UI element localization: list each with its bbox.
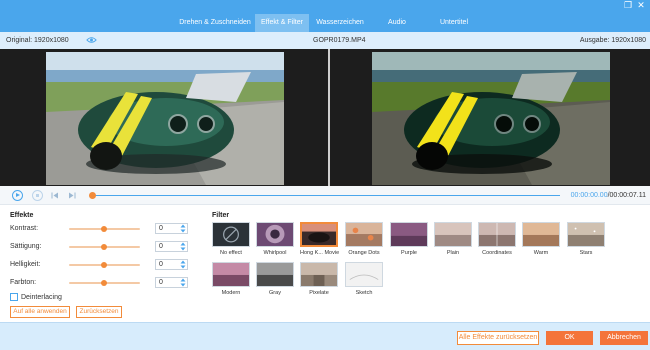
filter-label: Coordinates xyxy=(482,250,512,256)
filter-thumbnail xyxy=(212,222,250,247)
filter-thumbnail xyxy=(256,262,294,287)
tab-effect-filter[interactable]: Effekt & Filter xyxy=(255,14,309,32)
hue-label: Farbton: xyxy=(10,279,37,286)
filter-modern[interactable]: Modern xyxy=(212,262,250,296)
deinterlacing-checkbox[interactable] xyxy=(10,293,18,301)
filter-thumbnail xyxy=(256,222,294,247)
filter-thumbnail xyxy=(212,262,250,287)
play-button[interactable] xyxy=(12,190,23,201)
output-preview xyxy=(372,52,610,185)
filter-purple[interactable]: Purple xyxy=(390,222,428,256)
info-row: Original: 1920x1080 GOPR0179.MP4 Ausgabe… xyxy=(0,32,650,49)
stop-button[interactable] xyxy=(32,190,43,201)
filter-label: Stars xyxy=(579,250,593,256)
filter-coordinates[interactable]: Coordinates xyxy=(478,222,516,256)
tab-rotate-crop[interactable]: Drehen & Zuschneiden xyxy=(175,14,255,32)
ok-button[interactable]: OK xyxy=(546,331,593,345)
brightness-slider-handle[interactable] xyxy=(101,262,107,268)
filter-label: Pixelate xyxy=(309,290,329,296)
cancel-button[interactable]: Abbrechen xyxy=(600,331,648,345)
previous-frame-icon[interactable] xyxy=(51,192,59,199)
reset-button[interactable]: Zurücksetzen xyxy=(76,306,122,318)
window-controls: ❐ ✕ xyxy=(623,1,646,10)
output-resolution: Ausgabe: 1920x1080 xyxy=(579,37,646,44)
contrast-stepper[interactable]: 0 xyxy=(155,223,188,234)
stepper-arrows-icon[interactable] xyxy=(180,224,186,233)
saturation-stepper[interactable]: 0 xyxy=(155,241,188,252)
brightness-stepper[interactable]: 0 xyxy=(155,259,188,270)
filter-label: Plain xyxy=(446,250,460,256)
saturation-slider-handle[interactable] xyxy=(101,244,107,250)
hue-slider-handle[interactable] xyxy=(101,280,107,286)
current-time: 00:00:00.00 xyxy=(570,192,608,199)
filter-thumbnail xyxy=(300,222,338,247)
filter-no-effect[interactable]: No effect xyxy=(212,222,250,256)
next-frame-icon[interactable] xyxy=(68,192,76,199)
filter-label: Gray xyxy=(269,290,281,296)
car-image-filtered xyxy=(372,52,610,185)
close-icon[interactable]: ✕ xyxy=(636,1,646,10)
preview-area xyxy=(0,49,650,186)
contrast-label: Kontrast: xyxy=(10,225,39,232)
filter-label: Warm xyxy=(533,250,549,256)
filter-pixelate[interactable]: Pixelate xyxy=(300,262,338,296)
tab-subtitles[interactable]: Untertitel xyxy=(423,14,485,32)
filter-orange-dots[interactable]: Orange Dots xyxy=(345,222,383,256)
stepper-arrows-icon[interactable] xyxy=(180,242,186,251)
brightness-label: Helligkeit: xyxy=(10,261,41,268)
timeline-handle[interactable] xyxy=(89,192,96,199)
filter-gray[interactable]: Gray xyxy=(256,262,294,296)
filter-hong-kong-movie[interactable]: Hong K... Movie xyxy=(300,222,340,256)
filter-label: Modern xyxy=(221,290,241,296)
contrast-slider-handle[interactable] xyxy=(101,226,107,232)
original-resolution: Original: 1920x1080 xyxy=(6,37,69,44)
apply-to-all-button[interactable]: Auf alle anwenden xyxy=(10,306,70,318)
saturation-label: Sättigung: xyxy=(10,243,42,250)
tab-audio[interactable]: Audio xyxy=(371,14,423,32)
stepper-arrows-icon[interactable] xyxy=(180,260,186,269)
hue-stepper[interactable]: 0 xyxy=(155,277,188,288)
car-image-original xyxy=(46,52,284,185)
filter-thumbnail xyxy=(345,222,383,247)
total-time: /00:00:07.11 xyxy=(607,192,646,199)
playback-bar: 00:00:00.00/00:00:07.11 xyxy=(0,186,650,205)
filter-thumbnail xyxy=(300,262,338,287)
filter-thumbnail xyxy=(478,222,516,247)
filter-thumbnail xyxy=(434,222,472,247)
filter-thumbnail xyxy=(522,222,560,247)
preview-divider xyxy=(328,49,330,186)
filter-label: No effect xyxy=(220,250,242,256)
filter-label: Orange Dots xyxy=(348,250,380,256)
filter-sketch[interactable]: Sketch xyxy=(345,262,383,296)
filter-whirlpool[interactable]: Whirlpool xyxy=(256,222,294,256)
eye-icon[interactable] xyxy=(86,36,97,44)
time-display: 00:00:00.00/00:00:07.11 xyxy=(571,192,646,199)
original-preview xyxy=(46,52,284,185)
footer-bar: Alle Effekte zurücksetzen OK Abbrechen xyxy=(0,322,650,350)
tab-bar: Drehen & Zuschneiden Effekt & Filter Was… xyxy=(175,14,485,32)
filter-label: Hong K... Movie xyxy=(300,250,340,256)
filter-label: Sketch xyxy=(355,290,373,296)
filter-warm[interactable]: Warm xyxy=(522,222,560,256)
filter-thumbnail xyxy=(345,262,383,287)
filter-label: Whirlpool xyxy=(263,250,287,256)
restore-icon[interactable]: ❐ xyxy=(623,1,633,10)
file-name: GOPR0179.MP4 xyxy=(313,37,366,44)
title-bar: ❐ ✕ Drehen & Zuschneiden Effekt & Filter… xyxy=(0,0,650,32)
effects-title: Effekte xyxy=(10,212,34,219)
deinterlacing-label: Deinterlacing xyxy=(21,294,62,301)
filter-thumbnail xyxy=(567,222,605,247)
filter-thumbnail xyxy=(390,222,428,247)
reset-all-effects-button[interactable]: Alle Effekte zurücksetzen xyxy=(457,331,539,345)
no-effect-icon xyxy=(223,226,239,243)
filter-label: Purple xyxy=(401,250,417,256)
filter-stars[interactable]: Stars xyxy=(567,222,605,256)
tab-watermark[interactable]: Wasserzeichen xyxy=(309,14,371,32)
filter-title: Filter xyxy=(212,212,230,219)
timeline-track[interactable] xyxy=(92,195,560,196)
stepper-arrows-icon[interactable] xyxy=(180,278,186,287)
settings-panel: Effekte Kontrast: 0 Sättigung: 0 Helligk… xyxy=(0,205,650,322)
filter-plain[interactable]: Plain xyxy=(434,222,472,256)
